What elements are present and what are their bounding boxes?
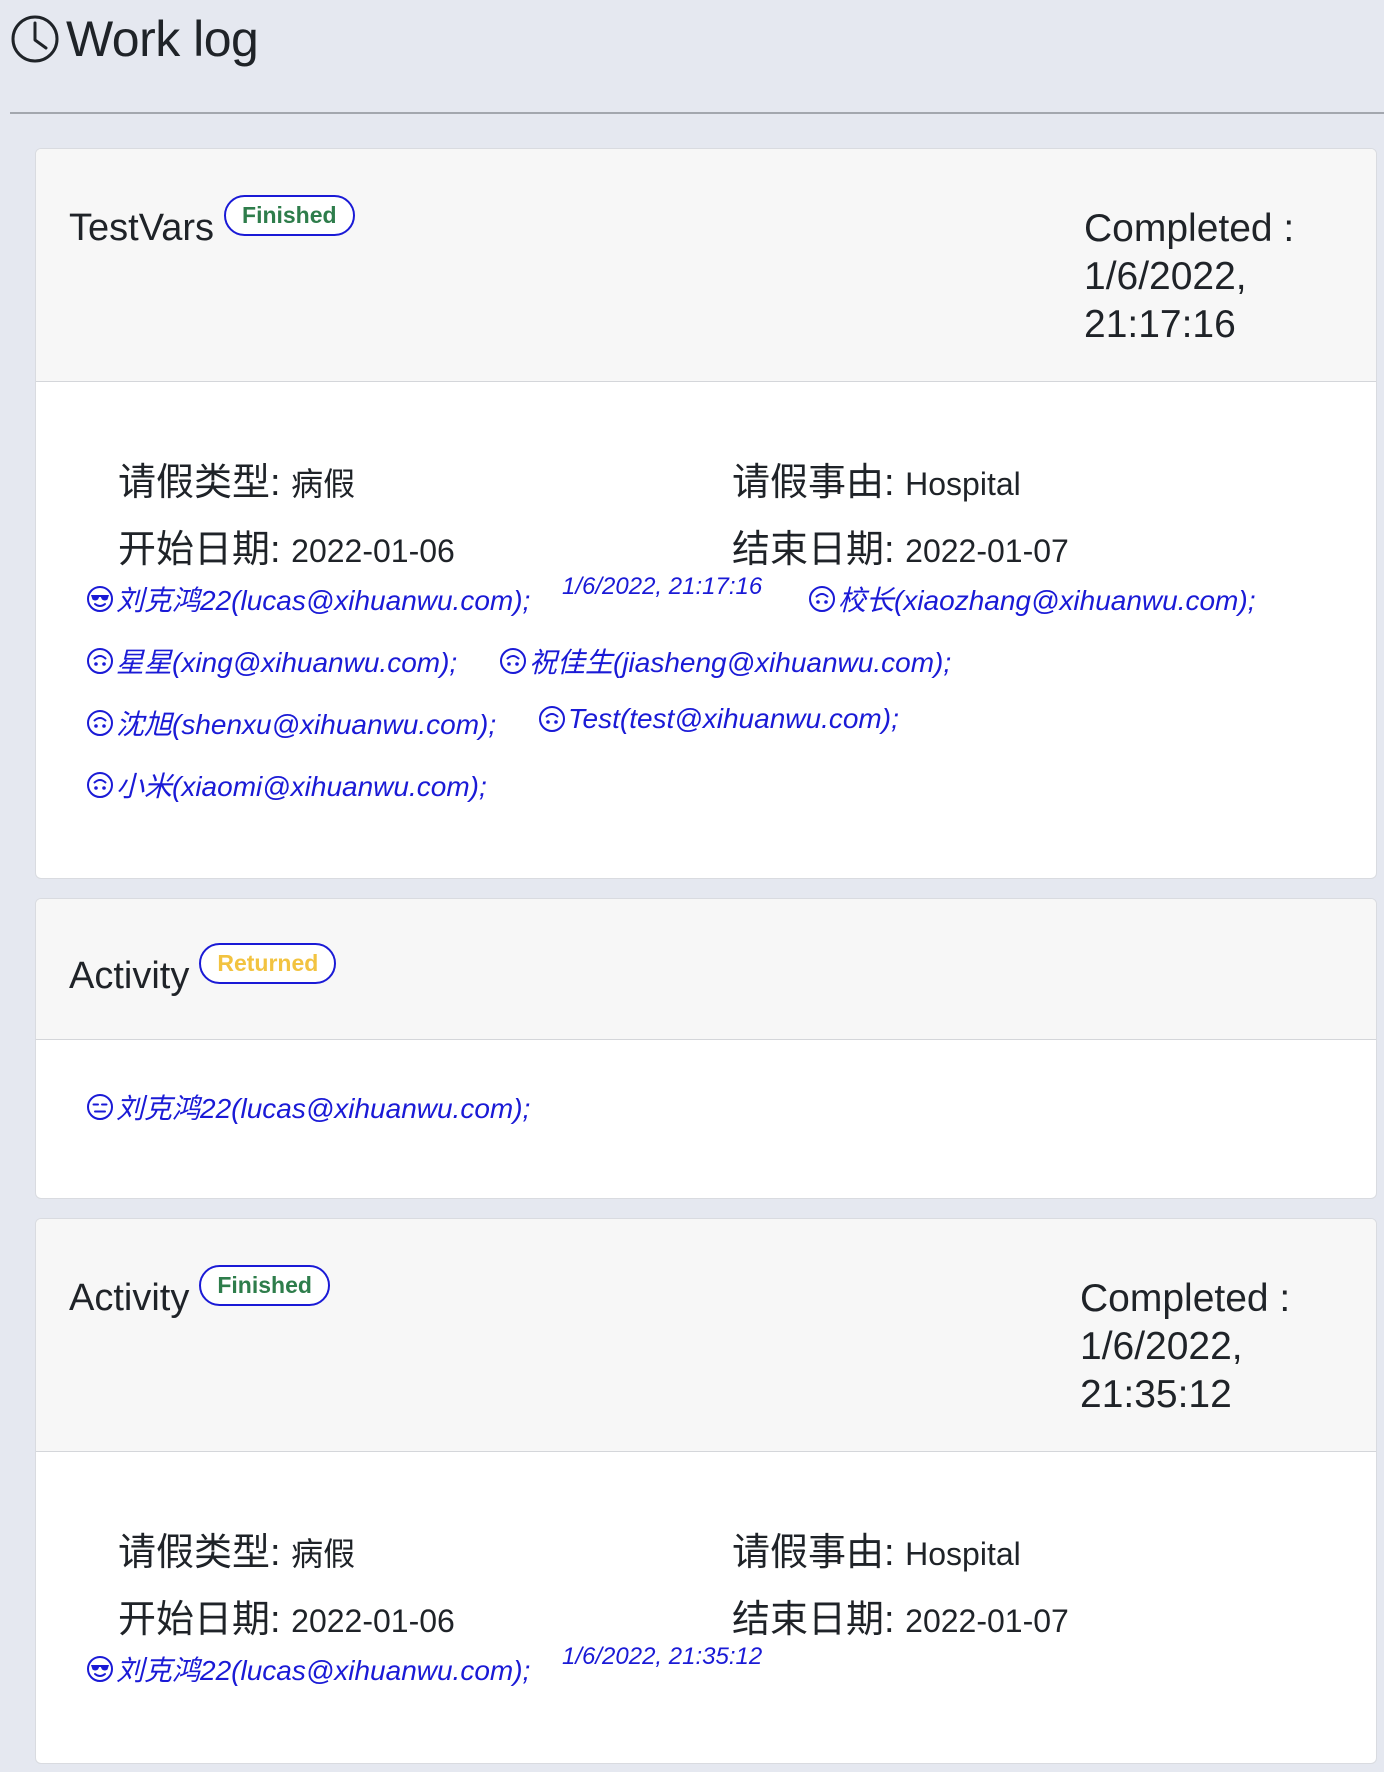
participant[interactable]: 星星(xing@xihuanwu.com); [86,641,457,681]
task-name: Activity [69,955,190,997]
card-header: Activity Finished Completed : 1/6/2022, … [36,1219,1376,1452]
action-timestamp: 1/6/2022, 21:35:12 [562,1643,763,1670]
completed-time: 21:17:16 [1084,303,1236,346]
field-end-date: 结束日期: 2022-01-07 [732,1599,1069,1641]
participant[interactable]: 小米(xiaomi@xihuanwu.com); [86,765,487,805]
completed-date: 1/6/2022, [1080,1325,1243,1368]
worklog-card-activity-finished: Activity Finished Completed : 1/6/2022, … [35,1218,1377,1764]
completed-info: Completed : 1/6/2022, 21:35:12 [1080,1275,1290,1419]
participants-list: 刘克鸿22(lucas@xihuanwu.com); 1/6/2022, 21:… [86,1643,1376,1709]
field-leave-reason: 请假事由: Hospital [732,462,1021,504]
field-leave-type: 请假类型: 病假 [118,1532,356,1574]
worklog-card-testvars: TestVars Finished Completed : 1/6/2022, … [35,148,1377,879]
card-title: Activity Returned [69,943,337,998]
participant[interactable]: Test(test@xihuanwu.com); [538,703,899,735]
field-leave-type: 请假类型: 病假 [118,462,356,504]
upside-down-face-icon [499,647,527,675]
upside-down-face-icon [86,709,114,737]
task-name: Activity [69,1277,190,1319]
card-title: Activity Finished [69,1265,330,1320]
field-start-date: 开始日期: 2022-01-06 [118,1599,455,1641]
card-title: TestVars Finished [69,195,355,250]
upside-down-face-icon [538,705,566,733]
status-badge: Finished [199,1265,330,1306]
form-fields: 请假类型: 病假 请假事由: Hospital 开始日期: 2022-01-06… [118,1521,1292,1643]
upside-down-face-icon [86,647,114,675]
card-header: TestVars Finished Completed : 1/6/2022, … [36,149,1376,382]
task-name: TestVars [69,207,215,249]
completed-date: 1/6/2022, [1084,255,1247,298]
participant[interactable]: 校长(xiaozhang@xihuanwu.com); [808,579,1256,619]
completed-info: Completed : 1/6/2022, 21:17:16 [1084,205,1294,349]
clock-icon [10,12,64,66]
sunglasses-face-icon [86,585,114,613]
participant[interactable]: 刘克鸿22(lucas@xihuanwu.com); [86,579,530,619]
participant[interactable]: 祝佳生(jiasheng@xihuanwu.com); [499,641,951,681]
participants-list: 刘克鸿22(lucas@xihuanwu.com); [86,1087,1376,1147]
status-badge: Finished [224,195,355,236]
status-badge: Returned [199,943,337,984]
upside-down-face-icon [86,771,114,799]
participant[interactable]: 刘克鸿22(lucas@xihuanwu.com); [86,1649,530,1689]
field-end-date: 结束日期: 2022-01-07 [732,529,1069,571]
page-header: Work log [10,0,1384,114]
participant[interactable]: 刘克鸿22(lucas@xihuanwu.com); [86,1087,530,1127]
field-start-date: 开始日期: 2022-01-06 [118,529,455,571]
page-title-text: Work log [66,11,259,67]
action-timestamp: 1/6/2022, 21:17:16 [562,573,763,600]
completed-label: Completed : [1084,207,1295,250]
card-header: Activity Returned [36,899,1376,1040]
completed-time: 21:35:12 [1080,1373,1232,1416]
sunglasses-face-icon [86,1655,114,1683]
participants-list: 刘克鸿22(lucas@xihuanwu.com); 1/6/2022, 21:… [86,573,1376,869]
field-leave-reason: 请假事由: Hospital [732,1532,1021,1574]
form-fields: 请假类型: 病假 请假事由: Hospital 开始日期: 2022-01-06… [118,451,1292,573]
completed-label: Completed : [1080,1277,1291,1320]
expressionless-face-icon [86,1093,114,1121]
worklog-card-activity-returned: Activity Returned 刘克鸿22(lucas@xihuanwu.c… [35,898,1377,1199]
page-title: Work log [10,10,259,68]
participant[interactable]: 沈旭(shenxu@xihuanwu.com); [86,703,496,743]
upside-down-face-icon [808,585,836,613]
